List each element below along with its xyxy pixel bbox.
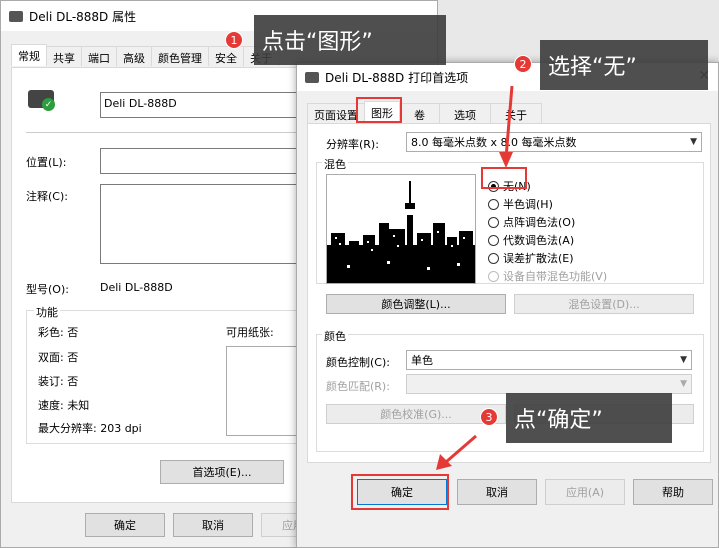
color-feature: 彩色: 否 [38,326,79,339]
dither-error-diffusion-radio[interactable]: 误差扩散法(E) [488,250,574,266]
dither-algebraic-radio[interactable]: 代数调色法(A) [488,232,574,248]
graphics-tab-highlight [356,97,402,123]
back-cancel-button[interactable]: 取消 [173,513,253,537]
tab-general[interactable]: 常规 [11,44,47,66]
max-resolution-feature: 最大分辨率: 203 dpi [38,422,142,435]
preferences-button[interactable]: 首选项(E)... [160,460,284,484]
duplex-feature: 双面: 否 [38,351,79,364]
chevron-down-icon: ▼ [680,379,687,389]
color-match-select[interactable]: ▼ [406,374,692,394]
dither-preview-image [326,174,476,284]
properties-title: Deli DL-888D 属性 [29,9,137,24]
radio-dot [488,198,499,210]
paper-label: 可用纸张: [226,326,274,339]
front-cancel-button[interactable]: 取消 [457,479,537,505]
tab-advanced[interactable]: 高级 [116,46,152,66]
color-control-label: 颜色控制(C): [326,356,390,369]
model-value: Deli DL-888D [100,281,173,294]
front-apply-button[interactable]: 应用(A) [545,479,625,505]
front-help-button[interactable]: 帮助 [633,479,713,505]
resolution-label: 分辨率(R): [326,138,379,151]
tab-color-management[interactable]: 颜色管理 [151,46,209,66]
step1-callout: 点击“图形” [254,15,446,65]
color-control-select[interactable]: 单色 ▼ [406,350,692,370]
tab-options[interactable]: 选项 [439,103,491,123]
features-label: 功能 [34,304,60,320]
color-match-label: 颜色匹配(R): [326,380,390,393]
comment-label: 注释(C): [26,190,68,203]
tab-ports[interactable]: 端口 [81,46,117,66]
radio-dot [488,216,499,228]
radio-dot [488,270,499,282]
printer-icon [305,71,319,83]
radio-dot [488,252,499,264]
check-icon: ✓ [42,98,55,111]
preferences-tabs: 页面设置 图形 卷 选项 关于 [307,101,542,123]
dither-halftone-radio[interactable]: 半色调(H) [488,196,553,212]
speed-feature: 速度: 未知 [38,399,90,412]
tab-security[interactable]: 安全 [208,46,244,66]
color-group-label: 颜色 [322,328,348,344]
preferences-title: Deli DL-888D 打印首选项 [325,70,469,85]
staple-feature: 装订: 否 [38,375,79,388]
back-ok-button[interactable]: 确定 [85,513,165,537]
location-label: 位置(L): [26,156,67,169]
dither-device-radio[interactable]: 设备自带混色功能(V) [488,268,607,284]
tab-about-front[interactable]: 关于 [490,103,542,123]
step3-callout: 点“确定” [506,393,672,443]
dither-settings-button[interactable]: 混色设置(D)... [514,294,694,314]
step2-badge: 2 [514,55,532,73]
none-option-highlight [481,167,527,189]
dither-group-label: 混色 [322,156,348,172]
chevron-down-icon: ▼ [690,137,697,147]
step2-callout: 选择“无” [540,40,708,90]
chevron-down-icon: ▼ [680,355,687,365]
color-calibration-button[interactable]: 颜色校准(G)... [326,404,506,424]
color-adjust-button[interactable]: 颜色调整(L)... [326,294,506,314]
dither-ordered-radio[interactable]: 点阵调色法(O) [488,214,575,230]
properties-tabs: 常规 共享 端口 高级 颜色管理 安全 关于 [11,44,279,66]
ok-button-highlight [351,474,449,510]
tab-roll[interactable]: 卷 [399,103,440,123]
model-label: 型号(O): [26,283,69,296]
printer-icon [9,10,23,22]
resolution-select[interactable]: 8.0 每毫米点数 x 8.0 每毫米点数 ▼ [406,132,702,152]
tab-sharing[interactable]: 共享 [46,46,82,66]
radio-dot [488,234,499,246]
step3-badge: 3 [480,408,498,426]
step1-badge: 1 [225,31,243,49]
